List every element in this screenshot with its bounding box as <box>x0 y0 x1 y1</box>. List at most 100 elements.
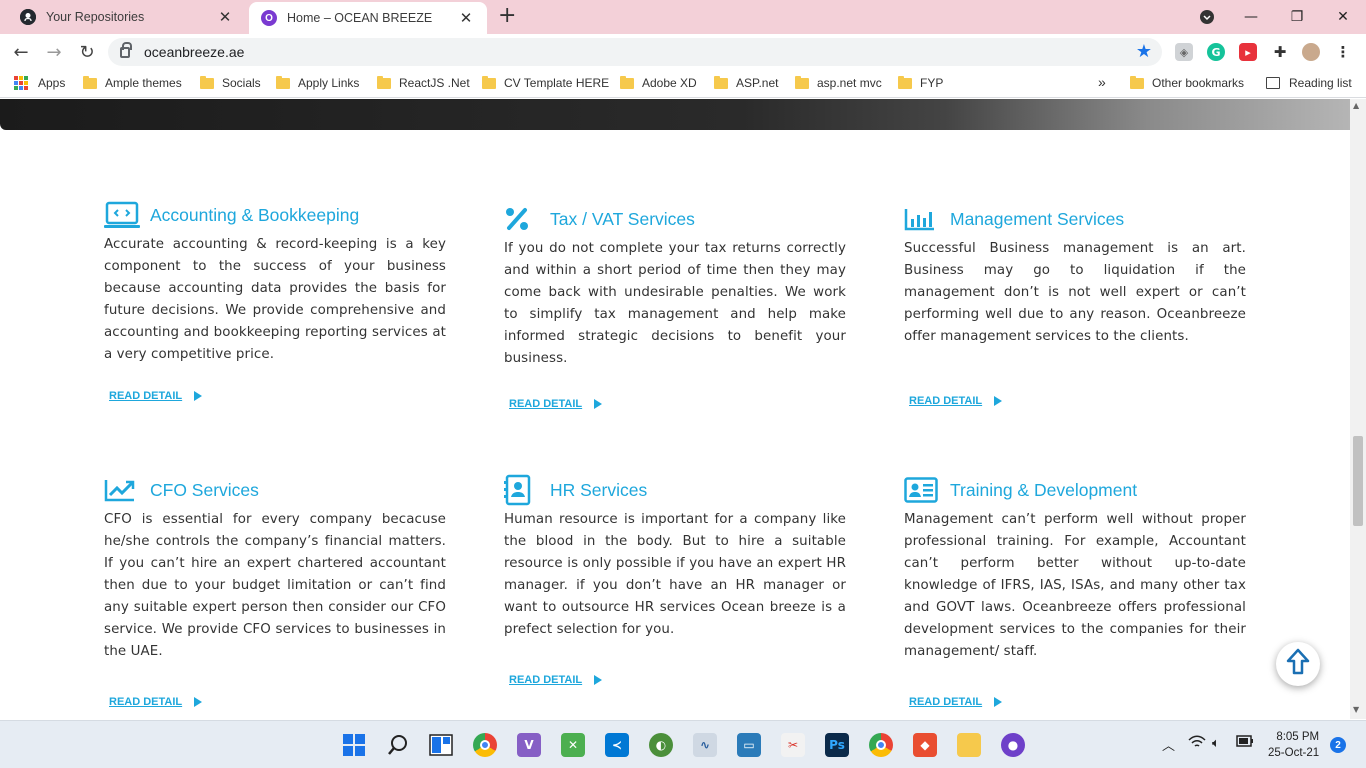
folder-icon <box>276 75 290 89</box>
service-description: Human resource is important for a compan… <box>504 512 846 637</box>
page-content: Accounting & Bookkeeping Accurate accoun… <box>0 99 1350 719</box>
battery-icon[interactable] <box>1236 735 1254 750</box>
bookmark-star-icon[interactable]: ★ <box>1136 41 1152 62</box>
chameleon-app-icon[interactable]: ◐ <box>649 733 673 757</box>
service-title[interactable]: CFO Services <box>150 480 259 501</box>
read-detail-label: READ DETAIL <box>509 398 583 410</box>
git-icon[interactable]: ◆ <box>913 733 937 757</box>
wifi-icon[interactable] <box>1188 735 1206 752</box>
bookmark-folder[interactable]: CV Template HERE <box>482 75 609 90</box>
service-title[interactable]: HR Services <box>550 480 647 501</box>
bookmark-folder[interactable]: Adobe XD <box>620 75 697 90</box>
folder-icon <box>200 75 214 89</box>
read-detail-link[interactable]: READ DETAIL <box>109 390 203 402</box>
task-view-icon[interactable] <box>429 733 453 757</box>
service-card-tax: Tax / VAT Services If you do not complet… <box>504 202 846 370</box>
shield-extension-icon[interactable]: ◈ <box>1175 43 1193 61</box>
lock-icon <box>120 41 132 58</box>
grammarly-icon[interactable]: G <box>1207 43 1225 61</box>
scroll-up-arrow-icon[interactable]: ▲ <box>1353 101 1359 110</box>
bookmark-folder[interactable]: Socials <box>200 75 261 90</box>
chrome-taskbar-icon[interactable] <box>473 733 497 757</box>
reload-icon[interactable]: ↻ <box>76 41 98 63</box>
read-detail-link[interactable]: READ DETAIL <box>909 395 1003 407</box>
start-windows-icon[interactable] <box>342 733 366 757</box>
read-detail-label: READ DETAIL <box>109 696 183 708</box>
remote-desktop-icon[interactable]: ▭ <box>737 733 761 757</box>
service-title[interactable]: Training & Development <box>950 480 1137 501</box>
tab-title: Home – OCEAN BREEZE <box>287 11 433 25</box>
bookmark-apps[interactable]: Apps <box>14 76 65 90</box>
service-title[interactable]: Accounting & Bookkeeping <box>150 205 359 226</box>
reading-list[interactable]: Reading list <box>1266 76 1352 90</box>
scrollbar-thumb[interactable] <box>1353 436 1363 526</box>
service-title[interactable]: Tax / VAT Services <box>550 209 695 230</box>
bookmark-folder[interactable]: FYP <box>898 75 943 90</box>
file-explorer-icon[interactable] <box>957 733 981 757</box>
notification-badge[interactable]: 2 <box>1330 737 1346 753</box>
close-tab-icon[interactable]: ✕ <box>457 9 475 27</box>
laptop-code-icon <box>104 200 140 230</box>
back-icon[interactable]: ← <box>10 41 32 63</box>
url-text: oceanbreeze.ae <box>144 44 245 60</box>
address-bar[interactable]: oceanbreeze.ae ★ <box>108 38 1162 66</box>
restore-icon[interactable]: ❐ <box>1274 0 1320 34</box>
service-card-accounting: Accounting & Bookkeeping Accurate accoun… <box>104 198 446 366</box>
screen-recorder-icon[interactable]: ▸ <box>1239 43 1257 61</box>
bookmark-label: Apply Links <box>298 76 360 90</box>
chevron-up-icon[interactable]: ︿ <box>1162 735 1175 754</box>
browser-toolbar: ← → ↻ oceanbreeze.ae ★ ◈ G ▸ ✚ ⋮ <box>0 34 1366 70</box>
search-icon[interactable] <box>386 733 410 757</box>
bookmark-label: Adobe XD <box>642 76 697 90</box>
visual-studio-icon[interactable]: V <box>517 733 541 757</box>
bookmark-folder[interactable]: ReactJS .Net <box>377 75 470 90</box>
tool-icon[interactable]: ✕ <box>561 733 585 757</box>
reading-list-icon <box>1266 77 1280 89</box>
bar-chart-icon <box>904 204 940 234</box>
github-desktop-icon[interactable]: ● <box>1001 733 1025 757</box>
service-title[interactable]: Management Services <box>950 209 1124 230</box>
scroll-down-arrow-icon[interactable]: ▼ <box>1353 705 1359 714</box>
read-detail-link[interactable]: READ DETAIL <box>109 696 203 708</box>
percent-icon <box>504 204 540 234</box>
performance-monitor-icon[interactable]: ∿ <box>693 733 717 757</box>
folder-icon <box>482 75 496 89</box>
tab-your-repositories[interactable]: Your Repositories ✕ <box>8 0 246 34</box>
bookmarks-overflow[interactable]: » <box>1098 74 1106 90</box>
tab-search-icon[interactable] <box>1184 0 1230 34</box>
chrome-profile-icon[interactable] <box>869 733 893 757</box>
service-card-training: Training & Development Management can’t … <box>904 473 1246 663</box>
read-detail-link[interactable]: READ DETAIL <box>509 398 603 410</box>
read-detail-link[interactable]: READ DETAIL <box>509 674 603 686</box>
profile-avatar[interactable] <box>1302 43 1320 61</box>
bookmark-label: ReactJS .Net <box>399 76 470 90</box>
photoshop-icon[interactable]: Ps <box>825 733 849 757</box>
snipping-tool-icon[interactable]: ✂ <box>781 733 805 757</box>
bookmark-folder[interactable]: ASP.net <box>714 75 778 90</box>
volume-icon[interactable]: 🔈︎ <box>1212 735 1220 751</box>
close-window-icon[interactable]: ✕ <box>1320 0 1366 34</box>
read-detail-label: READ DETAIL <box>909 696 983 708</box>
forward-icon[interactable]: → <box>43 41 65 63</box>
menu-kebab-icon[interactable]: ⋮ <box>1334 43 1352 61</box>
other-bookmarks[interactable]: Other bookmarks <box>1130 75 1244 90</box>
play-arrow-icon <box>994 396 1003 406</box>
bookmark-label: asp.net mvc <box>817 76 882 90</box>
extensions-puzzle-icon[interactable]: ✚ <box>1271 43 1289 61</box>
bookmark-folder[interactable]: Ample themes <box>83 75 182 90</box>
new-tab-icon[interactable]: + <box>498 5 516 27</box>
bookmark-folder[interactable]: asp.net mvc <box>795 75 882 90</box>
read-detail-label: READ DETAIL <box>509 674 583 686</box>
bookmark-folder[interactable]: Apply Links <box>276 75 360 90</box>
ocean-breeze-icon: O <box>261 10 277 26</box>
vscode-icon[interactable]: ≺ <box>605 733 629 757</box>
scroll-to-top-button[interactable] <box>1276 642 1320 686</box>
read-detail-label: READ DETAIL <box>909 395 983 407</box>
system-clock[interactable]: 8:05 PM 25-Oct-21 <box>1268 729 1319 761</box>
page-scrollbar[interactable]: ▲ ▼ <box>1350 99 1366 719</box>
minimize-icon[interactable]: — <box>1228 0 1274 34</box>
bookmarks-bar: Apps Ample themes Socials Apply Links Re… <box>0 70 1366 98</box>
read-detail-link[interactable]: READ DETAIL <box>909 696 1003 708</box>
tab-ocean-breeze[interactable]: O Home – OCEAN BREEZE ✕ <box>249 2 487 34</box>
close-tab-icon[interactable]: ✕ <box>216 8 234 26</box>
